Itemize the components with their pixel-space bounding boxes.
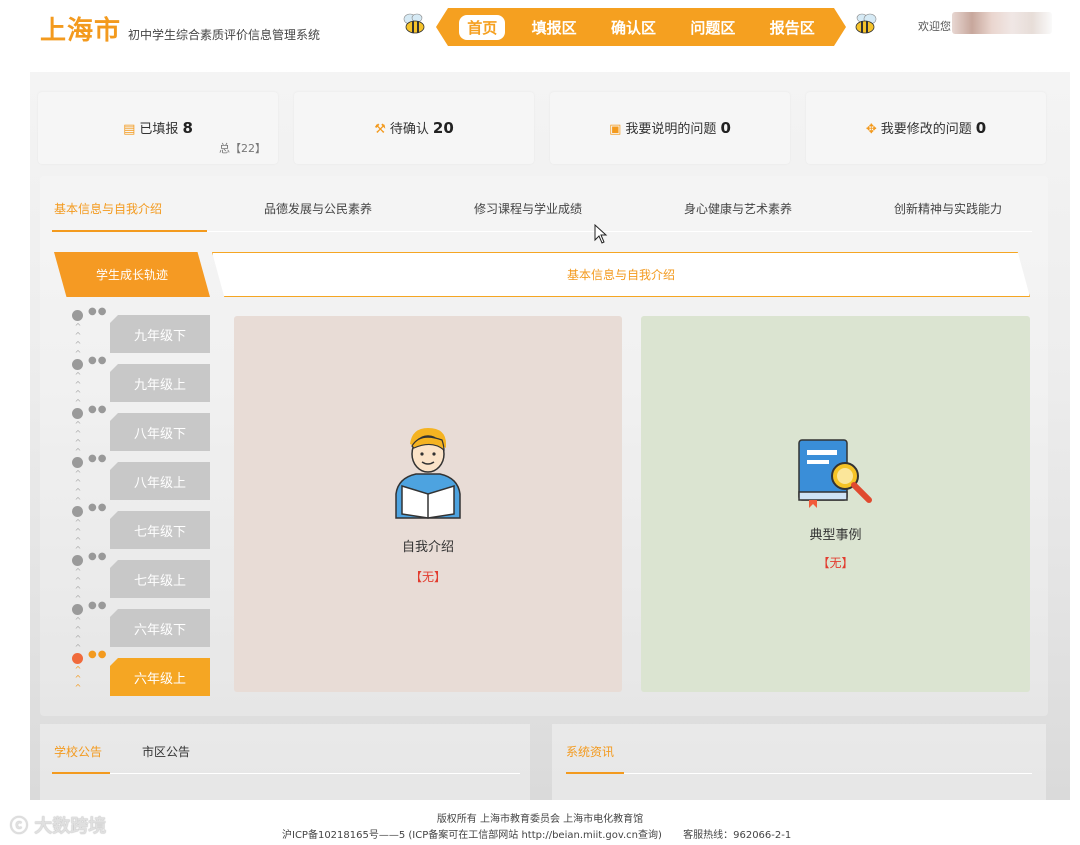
timeline-dots: ●● (88, 502, 108, 513)
stat-value: 0 (975, 119, 987, 137)
timeline-dot (72, 457, 83, 468)
puzzle-icon: ✥ (865, 122, 877, 137)
timeline-dot-active (72, 653, 83, 664)
main-nav: 首页 填报区 确认区 问题区 报告区 (436, 8, 846, 46)
section-title: 基本信息与自我介绍 (212, 252, 1030, 297)
grade-8-second[interactable]: 八年级下 (110, 413, 210, 451)
timeline-dots: ●● (88, 649, 108, 660)
active-tab-underline (52, 772, 110, 774)
stat-label: 我要说明的问题 (625, 122, 717, 137)
chevron-up-icon: ^ ^ ^ ^ (74, 567, 82, 603)
hammer-icon: ⚒ (374, 122, 386, 137)
active-tab-underline (566, 772, 624, 774)
timeline-dot (72, 555, 83, 566)
chevron-up-icon: ^ ^ ^ ^ (74, 420, 82, 456)
watermark-logo: ⓒ 大数跨境 (10, 812, 106, 838)
nav-fill[interactable]: 填报区 (524, 15, 585, 40)
user-name-blurred[interactable] (952, 12, 1052, 34)
tab-divider (207, 231, 1032, 232)
grade-8-first[interactable]: 八年级上 (110, 462, 210, 500)
stat-total: 总【22】 (219, 142, 266, 155)
stat-explain[interactable]: ▣ 我要说明的问题 0 (550, 92, 790, 164)
nav-home[interactable]: 首页 (459, 15, 505, 40)
watermark-icon: ⓒ (10, 816, 28, 837)
timeline-dots: ●● (88, 306, 108, 317)
header: 上海市 初中学生综合素质评价信息管理系统 首页 填报区 确认区 问题区 报告区 … (0, 0, 1080, 62)
stat-label: 已填报 (139, 122, 179, 137)
stat-value: 8 (182, 119, 193, 137)
grade-7-first[interactable]: 七年级上 (110, 560, 210, 598)
welcome-text: 欢迎您 (918, 20, 951, 33)
copyright: 版权所有 上海市教育委员会 上海市电化教育馆 (436, 814, 644, 825)
chevron-up-icon: ^ ^ ^ ^ (74, 322, 82, 358)
chevron-up-icon: ^ ^ ^ ^ (74, 616, 82, 652)
card-status: 【无】 (817, 556, 854, 570)
timeline-dot (72, 310, 83, 321)
watermark-text: 大数跨境 (34, 816, 107, 837)
nav-confirm[interactable]: 确认区 (603, 15, 664, 40)
timeline-dot (72, 408, 83, 419)
tab-morality[interactable]: 品德发展与公民素养 (264, 200, 372, 217)
nav-report[interactable]: 报告区 (762, 15, 823, 40)
tab-school-notice[interactable]: 学校公告 (54, 743, 102, 760)
active-tab-underline (52, 230, 207, 232)
self-intro-card[interactable]: 自我介绍 【无】 (234, 316, 622, 692)
bee-icon (855, 13, 877, 34)
card-label: 自我介绍 (401, 540, 454, 555)
timeline-dots: ●● (88, 404, 108, 415)
tab-divider (624, 773, 1032, 774)
typical-case-card[interactable]: 典型事例 【无】 (641, 316, 1030, 692)
tab-divider (110, 773, 520, 774)
tab-innovation[interactable]: 创新精神与实践能力 (894, 200, 1002, 217)
note-icon: ▣ (609, 122, 622, 137)
city-logo: 上海市 (40, 16, 122, 46)
stat-value: 20 (432, 119, 454, 137)
timeline-dot (72, 604, 83, 615)
hotline: 客服热线：962066-2-1 (683, 830, 792, 841)
student-reading-icon (395, 428, 461, 519)
timeline-dots: ●● (88, 355, 108, 366)
stat-modify[interactable]: ✥ 我要修改的问题 0 (806, 92, 1046, 164)
tab-health-art[interactable]: 身心健康与艺术素养 (684, 200, 792, 217)
stat-label: 待确认 (389, 122, 429, 137)
timeline-dots: ●● (88, 600, 108, 611)
stat-label: 我要修改的问题 (880, 122, 972, 137)
grade-9-first[interactable]: 九年级上 (110, 364, 210, 402)
card-status: 【无】 (409, 570, 446, 584)
tab-basic-info[interactable]: 基本信息与自我介绍 (54, 200, 162, 217)
card-label: 典型事例 (809, 528, 862, 543)
system-title: 初中学生综合素质评价信息管理系统 (128, 28, 321, 42)
book-search-icon (798, 439, 872, 508)
grade-6-first[interactable]: 六年级上 (110, 658, 210, 696)
tab-courses[interactable]: 修习课程与学业成绩 (474, 200, 582, 217)
timeline-title: 学生成长轨迹 (54, 252, 210, 297)
tab-system-news[interactable]: 系统资讯 (566, 743, 614, 760)
stat-filled[interactable]: ▤ 已填报 8 总【22】 (38, 92, 278, 164)
chevron-up-icon: ^ ^ ^ ^ (74, 469, 82, 505)
mouse-cursor-icon (594, 224, 608, 244)
timeline-dots: ●● (88, 551, 108, 562)
notice-panel-right (552, 724, 1046, 800)
grade-7-second[interactable]: 七年级下 (110, 511, 210, 549)
chevron-up-icon: ^ ^ ^ ^ (74, 371, 82, 407)
zigzag-border (30, 68, 1070, 76)
timeline-dots: ●● (88, 453, 108, 464)
bee-icon (403, 13, 425, 34)
nav-issues[interactable]: 问题区 (682, 15, 743, 40)
icp-info: 沪ICP备10218165号——5 (ICP备案可在工信部网站 http://b… (282, 826, 791, 841)
icp-number: 沪ICP备10218165号——5 (ICP备案可在工信部网站 http://b… (282, 830, 662, 841)
chevron-up-icon: ^ ^ ^ ^ (74, 518, 82, 554)
timeline-dot (72, 506, 83, 517)
document-icon: ▤ (123, 122, 136, 137)
timeline-dot (72, 359, 83, 370)
grade-9-second[interactable]: 九年级下 (110, 315, 210, 353)
stat-value: 0 (720, 119, 731, 137)
grade-6-second[interactable]: 六年级下 (110, 609, 210, 647)
notice-panel-left (40, 724, 530, 800)
tab-district-notice[interactable]: 市区公告 (142, 743, 190, 760)
chevron-up-icon: ^ ^ ^ (74, 665, 82, 692)
stat-pending[interactable]: ⚒ 待确认 20 (294, 92, 534, 164)
